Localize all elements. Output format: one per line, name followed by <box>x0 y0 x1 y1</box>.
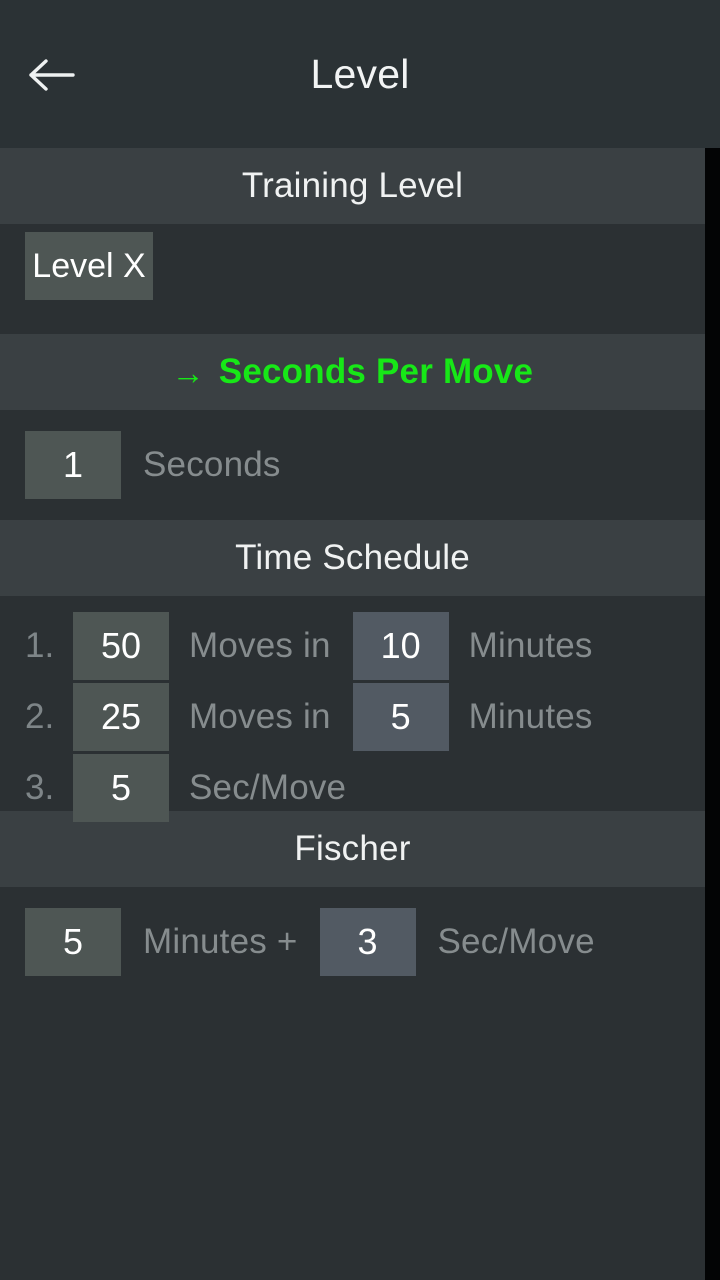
section-header-training-level[interactable]: Training Level <box>0 148 705 224</box>
section-header-seconds-per-move[interactable]: → Seconds Per Move <box>0 334 705 410</box>
time-schedule-row: 1. 50 Moves in 10 Minutes <box>25 610 705 681</box>
minutes-value-button[interactable]: 5 <box>352 682 449 751</box>
time-schedule-row: 2. 25 Moves in 5 Minutes <box>25 681 705 752</box>
seconds-per-move-value-button[interactable]: 1 <box>25 431 121 499</box>
sec-per-move-value-button[interactable]: 5 <box>73 753 169 822</box>
row-index: 3. <box>25 767 55 807</box>
section-body-training-level: Level X <box>0 224 705 334</box>
section-title-training-level: Training Level <box>241 166 464 205</box>
row-index: 2. <box>25 696 55 736</box>
fischer-minutes-value-button[interactable]: 5 <box>25 908 121 976</box>
moves-label: Moves in <box>189 625 331 665</box>
section-body-seconds-per-move: 1 Seconds <box>0 410 705 520</box>
settings-scroll-area[interactable]: Training Level Level X → Seconds Per Mov… <box>0 148 705 1280</box>
section-body-fischer: 5 Minutes + 3 Sec/Move <box>0 887 705 997</box>
training-level-value-button[interactable]: Level X <box>25 232 153 300</box>
scrollbar-track[interactable] <box>705 148 720 1280</box>
arrow-right-icon: → <box>171 353 205 391</box>
fischer-minutes-label: Minutes + <box>143 922 298 961</box>
section-title-fischer: Fischer <box>294 829 411 868</box>
level-settings-screen: Level Training Level Level X → Seconds P… <box>0 0 720 1280</box>
section-body-time-schedule: 1. 50 Moves in 10 Minutes 2. 25 Moves in… <box>0 596 705 822</box>
section-header-fischer[interactable]: Fischer <box>0 811 705 887</box>
minutes-label: Minutes <box>468 696 593 736</box>
page-title: Level <box>310 51 410 97</box>
moves-value-button[interactable]: 25 <box>73 682 169 751</box>
section-title-seconds-per-move: Seconds Per Move <box>218 352 534 391</box>
app-bar: Level <box>0 0 720 148</box>
row-index: 1. <box>25 625 55 665</box>
section-title-time-schedule: Time Schedule <box>235 538 470 577</box>
section-header-time-schedule[interactable]: Time Schedule <box>0 520 705 596</box>
moves-value-button[interactable]: 50 <box>73 611 169 680</box>
fischer-increment-label: Sec/Move <box>437 922 595 961</box>
minutes-value-button[interactable]: 10 <box>352 611 449 680</box>
sec-per-move-label: Sec/Move <box>189 767 347 807</box>
minutes-label: Minutes <box>468 625 593 665</box>
seconds-per-move-unit-label: Seconds <box>143 445 281 484</box>
fischer-increment-value-button[interactable]: 3 <box>319 908 416 976</box>
moves-label: Moves in <box>189 696 331 736</box>
